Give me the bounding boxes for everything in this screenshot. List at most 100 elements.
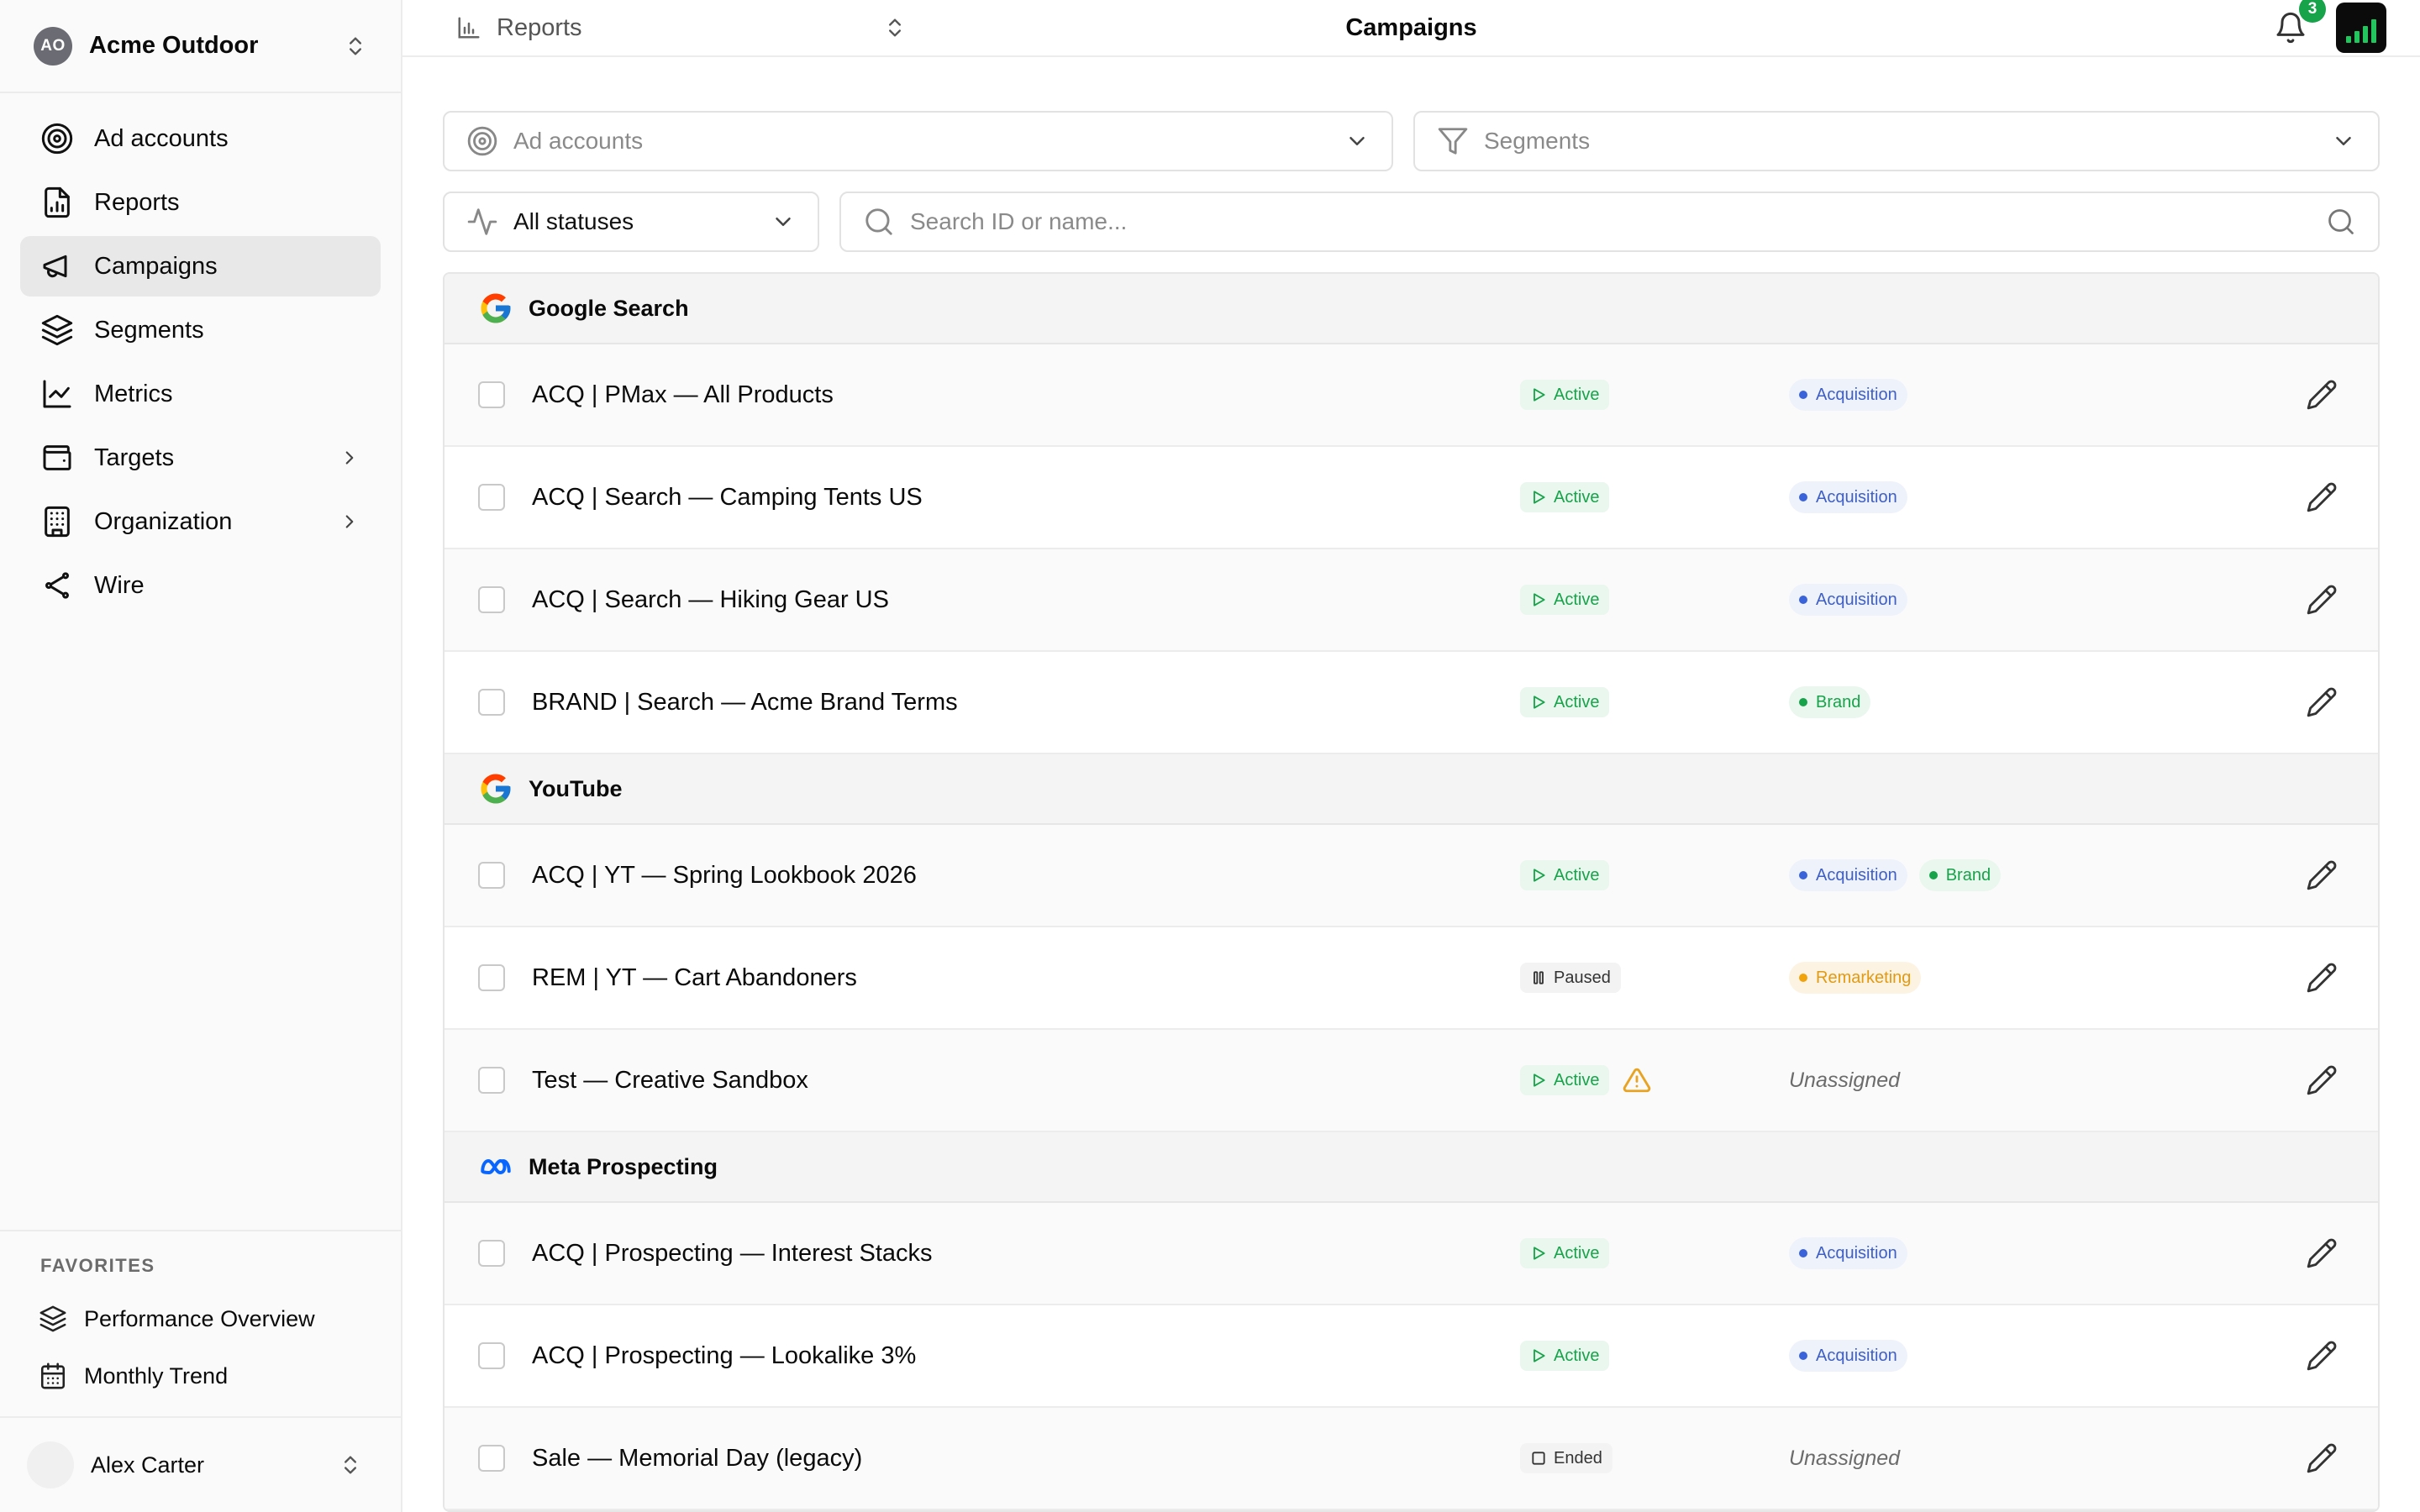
segment-badge: Acquisition [1789,584,1907,616]
group-rows: ACQ | PMax — All Products Active Acquisiti… [445,344,2378,754]
user-name: Alex Carter [91,1452,205,1478]
row-checkbox[interactable] [478,381,505,408]
campaign-name: ACQ | Search — Camping Tents US [532,483,923,511]
row-checkbox[interactable] [478,689,505,716]
status-badge: Active [1520,1238,1610,1268]
segments-filter[interactable]: Segments [1413,111,2380,171]
status-cell: Paused [1520,963,1789,993]
group-header: Google Search [445,274,2378,344]
table-row: REM | YT — Cart Abandoners Paused Remarket… [445,927,2378,1030]
user-menu[interactable]: Alex Carter [0,1416,401,1512]
segment-badge: Acquisition [1789,481,1907,513]
sidebar-item-label: Wire [94,571,145,599]
org-switcher[interactable]: AO Acme Outdoor [0,0,401,93]
campaign-name: BRAND | Search — Acme Brand Terms [532,688,958,716]
building-icon [45,506,70,538]
segment-badge: Acquisition [1789,379,1907,411]
notifications-button[interactable]: 3 [2274,0,2326,45]
target-icon [41,123,73,155]
filter-icon [1438,128,1468,155]
wallet-icon [43,445,71,470]
campaign-name: ACQ | Prospecting — Interest Stacks [532,1239,933,1267]
app-logo[interactable] [2336,3,2386,53]
org-name: Acme Outdoor [89,32,259,59]
unassigned-label: Unassigned [1789,1446,1901,1470]
status-badge: Active [1520,482,1610,512]
favorite-item-label: Performance Overview [84,1305,315,1331]
segment-label: Acquisition [1816,385,1897,404]
segment-badge: Acquisition [1789,859,1907,891]
row-checkbox[interactable] [478,1067,505,1094]
status-filter[interactable]: All statuses [443,192,819,252]
search-icon[interactable] [2326,207,2356,237]
pencil-icon[interactable] [2306,379,2338,411]
segments-placeholder: Segments [1484,128,1591,154]
status-cell: Active [1520,1341,1789,1371]
pencil-icon[interactable] [2306,584,2338,616]
sidebar-item-wire[interactable]: Wire [20,555,381,616]
segment-label: Acquisition [1816,487,1897,507]
row-checkbox[interactable] [478,862,505,889]
sidebar-item-metrics[interactable]: Metrics [20,364,381,424]
table-row: Test — Creative Sandbox Active Unassigned [445,1030,2378,1132]
pencil-icon[interactable] [2306,686,2338,718]
campaign-name: Test — Creative Sandbox [532,1066,808,1094]
page-title: Campaigns [1345,13,1477,41]
pencil-icon[interactable] [2306,962,2338,994]
sidebar-item-ad-accounts[interactable]: Ad accounts [20,108,381,169]
play-icon [1534,491,1545,504]
report-selector[interactable]: Reports [456,14,907,42]
status-label: Active [1554,1346,1600,1365]
status-badge: Active [1520,585,1610,615]
status-label: Active [1554,487,1600,507]
segment-label: Brand [1816,692,1861,711]
search-input[interactable] [910,208,2326,235]
sidebar-item-reports[interactable]: Reports [20,172,381,233]
unassigned-label: Unassigned [1789,1068,1901,1092]
pencil-icon[interactable] [2306,1237,2338,1269]
sidebar-item-campaigns[interactable]: Campaigns [20,236,381,297]
segment-dot [1799,391,1807,399]
row-checkbox[interactable] [478,586,505,613]
notification-count-badge: 3 [2299,0,2326,23]
ad-accounts-filter[interactable]: Ad accounts [443,111,1393,171]
play-icon [1534,1349,1545,1362]
row-checkbox[interactable] [478,964,505,991]
pencil-icon[interactable] [2306,1340,2338,1372]
sidebar-item-label: Campaigns [94,252,218,280]
segment-badge: Remarketing [1789,962,1922,994]
warning-icon[interactable] [1623,1066,1651,1095]
pencil-icon[interactable] [2306,1442,2338,1474]
table-row: ACQ | PMax — All Products Active Acquisiti… [445,344,2378,447]
chevron-right-icon [345,515,354,528]
row-checkbox[interactable] [478,484,505,511]
group-rows: ACQ | Prospecting — Interest Stacks Activ… [445,1203,2378,1510]
play-icon [1534,1247,1545,1260]
main-content: Reports Campaigns 3 Ad accounts Segments… [402,0,2420,1512]
layers-icon [41,314,73,346]
segment-dot [1799,596,1807,604]
campaign-name: ACQ | Prospecting — Lookalike 3% [532,1341,917,1369]
play-icon [1534,696,1545,709]
pencil-icon[interactable] [2306,859,2338,891]
favorite-item[interactable]: Performance Overview [0,1290,401,1347]
row-checkbox[interactable] [478,1342,505,1369]
sidebar-item-organization[interactable]: Organization [20,491,381,552]
pencil-icon[interactable] [2306,1064,2338,1096]
search-icon [865,208,892,235]
sidebar-item-segments[interactable]: Segments [20,300,381,360]
favorite-item[interactable]: Monthly Trend [0,1347,401,1404]
pencil-icon[interactable] [2306,481,2338,513]
status-badge: Active [1520,380,1610,410]
status-label: Paused [1554,968,1611,987]
row-checkbox[interactable] [478,1445,505,1472]
row-checkbox[interactable] [478,1240,505,1267]
segment-dot [1799,1249,1807,1257]
segments-cell: Acquisition [1789,1340,2306,1372]
google-icon [481,774,511,804]
segments-cell: Acquisition [1789,379,2306,411]
campaign-name: ACQ | Search — Hiking Gear US [532,585,889,613]
activity-icon [467,208,497,235]
status-badge: Ended [1520,1443,1612,1473]
sidebar-item-targets[interactable]: Targets [20,428,381,488]
